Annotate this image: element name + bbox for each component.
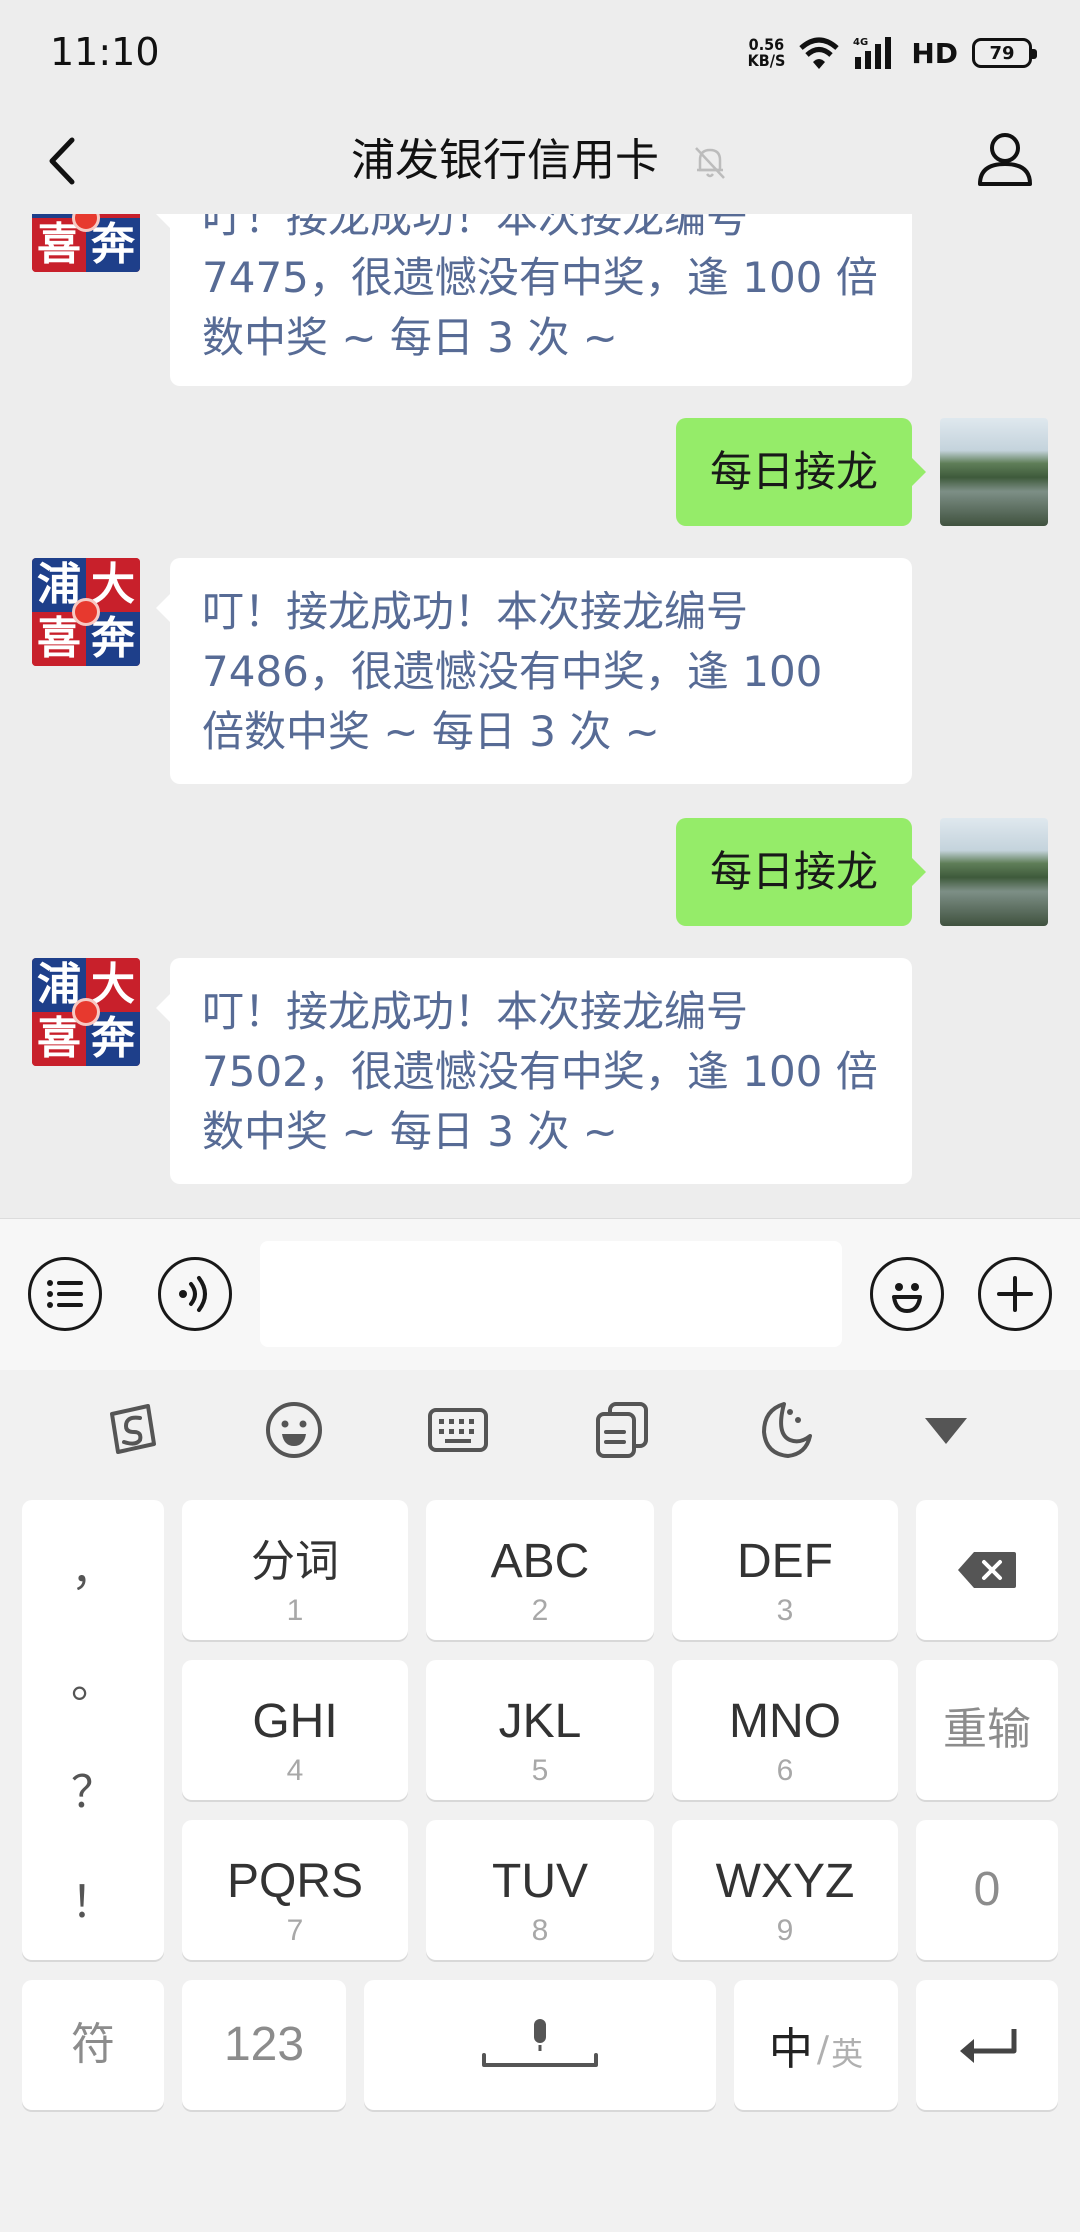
- skin-theme-icon[interactable]: [752, 1398, 816, 1462]
- gift-bow-icon: [72, 598, 100, 626]
- message-outgoing: 每日接龙: [0, 418, 1080, 526]
- microphone-icon: [482, 2019, 598, 2067]
- message-line: 叮！接龙成功！本次接龙编号: [202, 214, 749, 242]
- chat-header: 浦发银行信用卡: [0, 108, 1080, 214]
- voice-input-button[interactable]: [158, 1257, 232, 1331]
- clipboard-icon[interactable]: [590, 1398, 654, 1462]
- user-avatar[interactable]: [940, 818, 1048, 926]
- menu-list-button[interactable]: [28, 1257, 102, 1331]
- message-bubble[interactable]: 叮！接龙成功！本次接龙编号 7475，很遗憾没有中奖，逢 100 倍 数中奖 ~…: [156, 214, 912, 386]
- message-line: 7475，很遗憾没有中奖，逢 100 倍: [202, 253, 878, 302]
- backspace-key[interactable]: [916, 1500, 1058, 1640]
- punctuation-question-key[interactable]: ？: [22, 1756, 164, 1820]
- key-4-ghi[interactable]: GHI 4: [182, 1660, 408, 1800]
- more-functions-button[interactable]: [978, 1257, 1052, 1331]
- enter-return-icon: [960, 2029, 1017, 2063]
- keyboard-layout-icon[interactable]: [426, 1398, 490, 1462]
- backspace-icon: [958, 1552, 1016, 1588]
- message-outgoing: 每日接龙: [0, 818, 1080, 926]
- chat-info-user-icon[interactable]: [970, 124, 1040, 194]
- hd-voice-icon: HD: [911, 36, 958, 70]
- network-speed: 0.56 KB/S: [747, 35, 786, 70]
- message-incoming: 浦 大 喜 奔 叮！接龙成功！本次接龙编号 7486，很遗憾没有中奖，逢 100…: [0, 558, 1080, 788]
- status-time: 11:10: [50, 30, 160, 74]
- mute-bell-icon: [695, 147, 725, 179]
- bot-avatar[interactable]: 浦 大 喜 奔: [32, 558, 140, 666]
- battery-icon: 79: [972, 38, 1037, 68]
- punctuation-column[interactable]: ， 。 ？ ！: [22, 1500, 164, 1960]
- retype-key[interactable]: 重输: [916, 1660, 1058, 1800]
- emoji-button[interactable]: [870, 1257, 944, 1331]
- chat-title: 浦发银行信用卡: [351, 135, 659, 186]
- numbers-key[interactable]: 123: [182, 1980, 346, 2110]
- space-key[interactable]: [364, 1980, 716, 2110]
- message-line: 倍数中奖 ~ 每日 3 次 ~: [202, 707, 660, 756]
- message-bubble[interactable]: 叮！接龙成功！本次接龙编号 7486，很遗憾没有中奖，逢 100 倍数中奖 ~ …: [156, 558, 912, 784]
- emoji-keyboard-icon[interactable]: [262, 1398, 326, 1462]
- key-9-wxyz[interactable]: WXYZ 9: [672, 1820, 898, 1960]
- key-3-def[interactable]: DEF 3: [672, 1500, 898, 1640]
- svg-text:4G: 4G: [853, 37, 868, 48]
- wifi-icon: [799, 37, 839, 69]
- bot-avatar[interactable]: 浦 大 喜 奔: [32, 958, 140, 1066]
- cellular-signal-icon: 4G: [853, 37, 892, 69]
- message-line: 叮！接龙成功！本次接龙编号: [202, 587, 749, 636]
- message-line: 7486，很遗憾没有中奖，逢 100: [202, 647, 823, 696]
- message-line: 数中奖 ~ 每日 3 次 ~: [202, 313, 618, 362]
- message-line: 数中奖 ~ 每日 3 次 ~: [202, 1107, 618, 1156]
- symbols-key[interactable]: 符: [22, 1980, 164, 2110]
- status-bar: 11:10 0.56 KB/S 4G HD 79: [0, 0, 1080, 108]
- plus-icon: [997, 1276, 1033, 1312]
- message-incoming: 浦 大 喜 奔 叮！接龙成功！本次接龙编号 7475，很遗憾没有中奖，逢 100…: [0, 214, 1080, 386]
- message-bubble[interactable]: 叮！接龙成功！本次接龙编号 7502，很遗憾没有中奖，逢 100 倍 数中奖 ~…: [156, 958, 912, 1184]
- smiley-icon: [892, 1283, 922, 1313]
- language-switch-key[interactable]: 中 / 英: [734, 1980, 898, 2110]
- list-icon: [47, 1280, 83, 1308]
- bot-avatar[interactable]: 浦 大 喜 奔: [32, 214, 140, 272]
- key-5-jkl[interactable]: JKL 5: [426, 1660, 654, 1800]
- punctuation-comma-key[interactable]: ，: [22, 1534, 164, 1598]
- key-0[interactable]: 0: [916, 1820, 1058, 1960]
- ime-keyboard: ， 。 ？ ！ 分词 1 ABC 2 DEF 3 GHI 4 JKL 5 MNO…: [0, 1370, 1080, 2232]
- message-list[interactable]: 浦 大 喜 奔 叮！接龙成功！本次接龙编号 7475，很遗憾没有中奖，逢 100…: [0, 214, 1080, 1218]
- message-line: 叮！接龙成功！本次接龙编号: [202, 987, 749, 1036]
- user-avatar[interactable]: [940, 418, 1048, 526]
- keyboard-toolbar: [0, 1370, 1080, 1490]
- message-line: 7502，很遗憾没有中奖，逢 100 倍: [202, 1047, 878, 1096]
- message-bubble[interactable]: 每日接龙: [675, 818, 927, 926]
- message-bubble[interactable]: 每日接龙: [675, 418, 927, 526]
- key-2-abc[interactable]: ABC 2: [426, 1500, 654, 1640]
- key-8-tuv[interactable]: TUV 8: [426, 1820, 654, 1960]
- key-1-fenci[interactable]: 分词 1: [182, 1500, 408, 1640]
- message-input[interactable]: [260, 1241, 842, 1347]
- sogou-logo-icon[interactable]: [100, 1398, 164, 1462]
- collapse-keyboard-icon[interactable]: [914, 1398, 978, 1462]
- punctuation-period-key[interactable]: 。: [22, 1646, 164, 1710]
- status-icons: 0.56 KB/S 4G HD 79: [747, 30, 1037, 76]
- message-incoming: 浦 大 喜 奔 叮！接龙成功！本次接龙编号 7502，很遗憾没有中奖，逢 100…: [0, 958, 1080, 1188]
- voice-icon: [179, 1276, 207, 1312]
- enter-key[interactable]: [916, 1980, 1058, 2110]
- punctuation-exclamation-key[interactable]: ！: [22, 1866, 164, 1930]
- key-7-pqrs[interactable]: PQRS 7: [182, 1820, 408, 1960]
- key-6-mno[interactable]: MNO 6: [672, 1660, 898, 1800]
- chat-input-bar: [0, 1218, 1080, 1370]
- gift-bow-icon: [72, 998, 100, 1026]
